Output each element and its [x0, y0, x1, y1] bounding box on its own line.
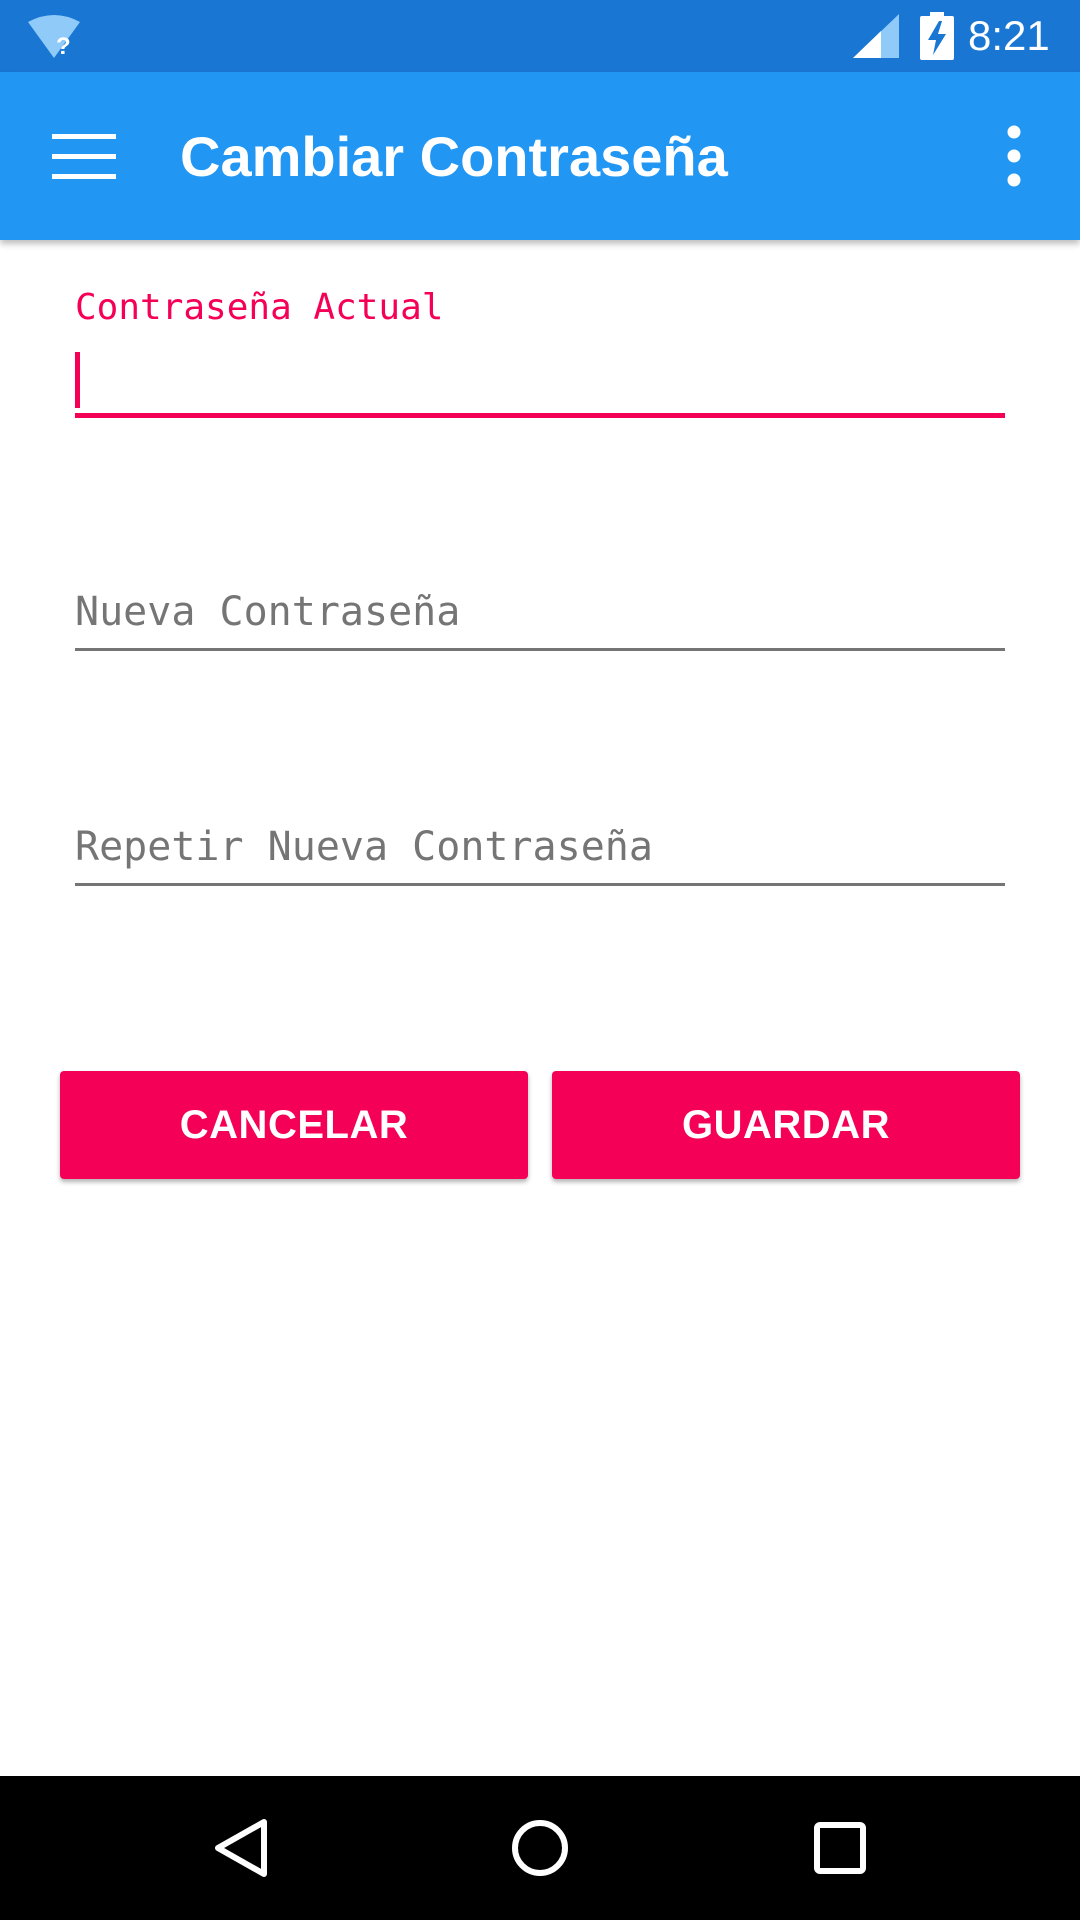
more-vertical-icon[interactable] [992, 124, 1036, 188]
svg-text:?: ? [56, 33, 71, 60]
wifi-unknown-icon: ? [28, 15, 80, 60]
new-password-input[interactable] [75, 584, 1005, 640]
recents-square-icon[interactable] [804, 1812, 876, 1884]
app-toolbar: Cambiar Contraseña [0, 72, 1080, 240]
text-caret [75, 352, 80, 408]
battery-charging-icon [920, 12, 954, 60]
save-button[interactable]: GUARDAR [552, 1071, 1020, 1179]
repeat-password-input[interactable] [75, 819, 1005, 875]
cancel-button[interactable]: CANCELAR [60, 1071, 528, 1179]
status-time: 8:21 [968, 12, 1050, 59]
hamburger-menu-icon[interactable] [52, 134, 116, 180]
new-password-underline [75, 648, 1005, 651]
current-password-field: Contraseña Actual [75, 286, 1005, 422]
home-circle-icon[interactable] [504, 1812, 576, 1884]
repeat-password-field [75, 815, 1005, 887]
page-title: Cambiar Contraseña [180, 125, 728, 188]
current-password-underline [75, 413, 1005, 418]
repeat-password-underline [75, 883, 1005, 886]
status-bar: ? 8:21 [0, 0, 1080, 72]
current-password-label: Contraseña Actual [75, 287, 444, 328]
new-password-field [75, 580, 1005, 652]
current-password-input[interactable] [75, 348, 1005, 400]
system-nav-bar [0, 1776, 1080, 1920]
cell-signal-icon [853, 14, 899, 58]
back-triangle-icon[interactable] [204, 1812, 276, 1884]
